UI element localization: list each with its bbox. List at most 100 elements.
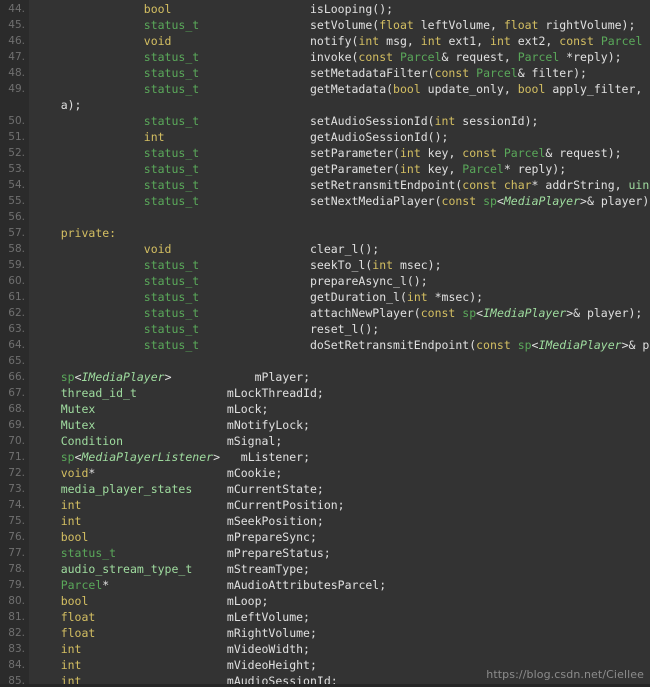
code-token: mSignal; bbox=[226, 434, 283, 448]
code-line[interactable]: 66. sp<IMediaPlayer> mPlayer; bbox=[0, 369, 650, 385]
code-line[interactable]: 67. thread_id_t mLockThreadId; bbox=[0, 385, 650, 401]
code-line[interactable]: 74. int mCurrentPosition; bbox=[0, 497, 650, 513]
code-line[interactable]: 53. status_t getParameter(int key, Parce… bbox=[0, 161, 650, 177]
code-line[interactable]: 59. status_t seekTo_l(int msec); bbox=[0, 257, 650, 273]
code-token: key, bbox=[420, 162, 463, 176]
code-line[interactable]: 82. float mRightVolume; bbox=[0, 625, 650, 641]
code-line[interactable]: 48. status_t setMetadataFilter(const Par… bbox=[0, 65, 650, 81]
code-line[interactable]: 51. int getAudioSessionId(); bbox=[0, 129, 650, 145]
code-line[interactable]: 77. status_t mPrepareStatus; bbox=[0, 545, 650, 561]
line-number: 45. bbox=[8, 19, 25, 31]
code-token: sp bbox=[462, 306, 477, 320]
code-line[interactable]: 60. status_t prepareAsync_l(); bbox=[0, 273, 650, 289]
code-token: int bbox=[60, 498, 82, 512]
code-token: mPrepareSync; bbox=[226, 530, 317, 544]
code-line[interactable]: 79. Parcel* mAudioAttributesParcel; bbox=[0, 577, 650, 593]
code-line[interactable]: 44. bool isLooping(); bbox=[0, 1, 650, 17]
code-line[interactable]: 61. status_t getDuration_l(int *msec); bbox=[0, 289, 650, 305]
code-token: float bbox=[60, 626, 96, 640]
code-line[interactable]: 55. status_t setNextMediaPlayer(const sp… bbox=[0, 193, 650, 209]
code-line[interactable]: 65. bbox=[0, 353, 650, 369]
code-line[interactable]: 69. Mutex mNotifyLock; bbox=[0, 417, 650, 433]
code-line[interactable]: 56. bbox=[0, 209, 650, 225]
code-line-content: status_t getParameter(int key, Parcel* r… bbox=[29, 161, 650, 177]
code-line[interactable]: 47. status_t invoke(const Parcel& reques… bbox=[0, 49, 650, 65]
code-line[interactable]: 81. float mLeftVolume; bbox=[0, 609, 650, 625]
code-line[interactable]: 49. status_t getMetadata(bool update_onl… bbox=[0, 81, 650, 97]
code-line[interactable]: 73. media_player_states mCurrentState; bbox=[0, 481, 650, 497]
code-line[interactable]: 45. status_t setVolume(float leftVolume,… bbox=[0, 17, 650, 33]
code-line-content: a); bbox=[29, 97, 650, 113]
code-token: * reply); bbox=[503, 162, 567, 176]
line-number: 81. bbox=[8, 611, 25, 623]
code-token: int bbox=[399, 146, 421, 160]
code-line[interactable]: 54. status_t setRetransmitEndpoint(const… bbox=[0, 177, 650, 193]
line-number: 48. bbox=[8, 67, 25, 79]
line-number: 57. bbox=[8, 227, 25, 239]
code-line[interactable]: 52. status_t setParameter(int key, const… bbox=[0, 145, 650, 161]
code-line[interactable]: 46. void notify(int msg, int ext1, int e… bbox=[0, 33, 650, 49]
code-line[interactable]: 75. int mSeekPosition; bbox=[0, 513, 650, 529]
code-token: sp bbox=[60, 370, 75, 384]
code-token: Condition bbox=[60, 434, 124, 448]
code-token: bool bbox=[517, 82, 546, 96]
code-line[interactable]: 50. status_t setAudioSessionId(int sessi… bbox=[0, 113, 650, 129]
code-token: status_t bbox=[143, 194, 200, 208]
code-line-content: float mLeftVolume; bbox=[29, 609, 650, 625]
code-lines-container[interactable]: 44. bool isLooping(); 45. status_t setVol… bbox=[0, 0, 650, 687]
line-number: 79. bbox=[8, 579, 25, 591]
code-line[interactable]: 72. void* mCookie; bbox=[0, 465, 650, 481]
line-number: 83. bbox=[8, 643, 25, 655]
code-line[interactable]: a); bbox=[0, 97, 650, 113]
code-line[interactable]: 57. private: bbox=[0, 225, 650, 241]
code-line[interactable]: 83. int mVideoWidth; bbox=[0, 641, 650, 657]
code-token: MediaPlayer bbox=[503, 194, 581, 208]
code-line[interactable]: 78. audio_stream_type_t mStreamType; bbox=[0, 561, 650, 577]
code-token: * addrString, bbox=[531, 178, 629, 192]
code-token: invoke( bbox=[309, 50, 359, 64]
line-number: 71. bbox=[8, 451, 25, 463]
code-line-content: bool mLoop; bbox=[29, 593, 650, 609]
code-token: mLoop; bbox=[226, 594, 269, 608]
code-token: Parcel bbox=[517, 50, 560, 64]
code-token: const bbox=[434, 66, 470, 80]
code-line-content: status_t setVolume(float leftVolume, flo… bbox=[29, 17, 650, 33]
code-token: a); bbox=[33, 98, 82, 112]
code-line[interactable]: 62. status_t attachNewPlayer(const sp<IM… bbox=[0, 305, 650, 321]
code-token: seekTo_l( bbox=[309, 258, 373, 272]
code-viewer[interactable]: 44. bool isLooping(); 45. status_t setVol… bbox=[0, 0, 650, 687]
code-line-content: Mutex mNotifyLock; bbox=[29, 417, 650, 433]
code-line[interactable]: 68. Mutex mLock; bbox=[0, 401, 650, 417]
code-token: mLock; bbox=[226, 402, 269, 416]
code-token: < bbox=[496, 194, 504, 208]
code-line[interactable]: 76. bool mPrepareSync; bbox=[0, 529, 650, 545]
code-line[interactable]: 58. void clear_l(); bbox=[0, 241, 650, 257]
line-number: 58. bbox=[8, 243, 25, 255]
code-token: >& player); bbox=[580, 194, 650, 208]
code-token: doSetRetransmitEndpoint( bbox=[309, 338, 477, 352]
code-line[interactable]: 80. bool mLoop; bbox=[0, 593, 650, 609]
code-line[interactable]: 63. status_t reset_l(); bbox=[0, 321, 650, 337]
code-line[interactable]: 70. Condition mSignal; bbox=[0, 433, 650, 449]
code-line[interactable]: 71. sp<MediaPlayerListener> mListener; bbox=[0, 449, 650, 465]
code-token: float bbox=[379, 18, 414, 32]
code-line[interactable]: 64. status_t doSetRetransmitEndpoint(con… bbox=[0, 337, 650, 353]
